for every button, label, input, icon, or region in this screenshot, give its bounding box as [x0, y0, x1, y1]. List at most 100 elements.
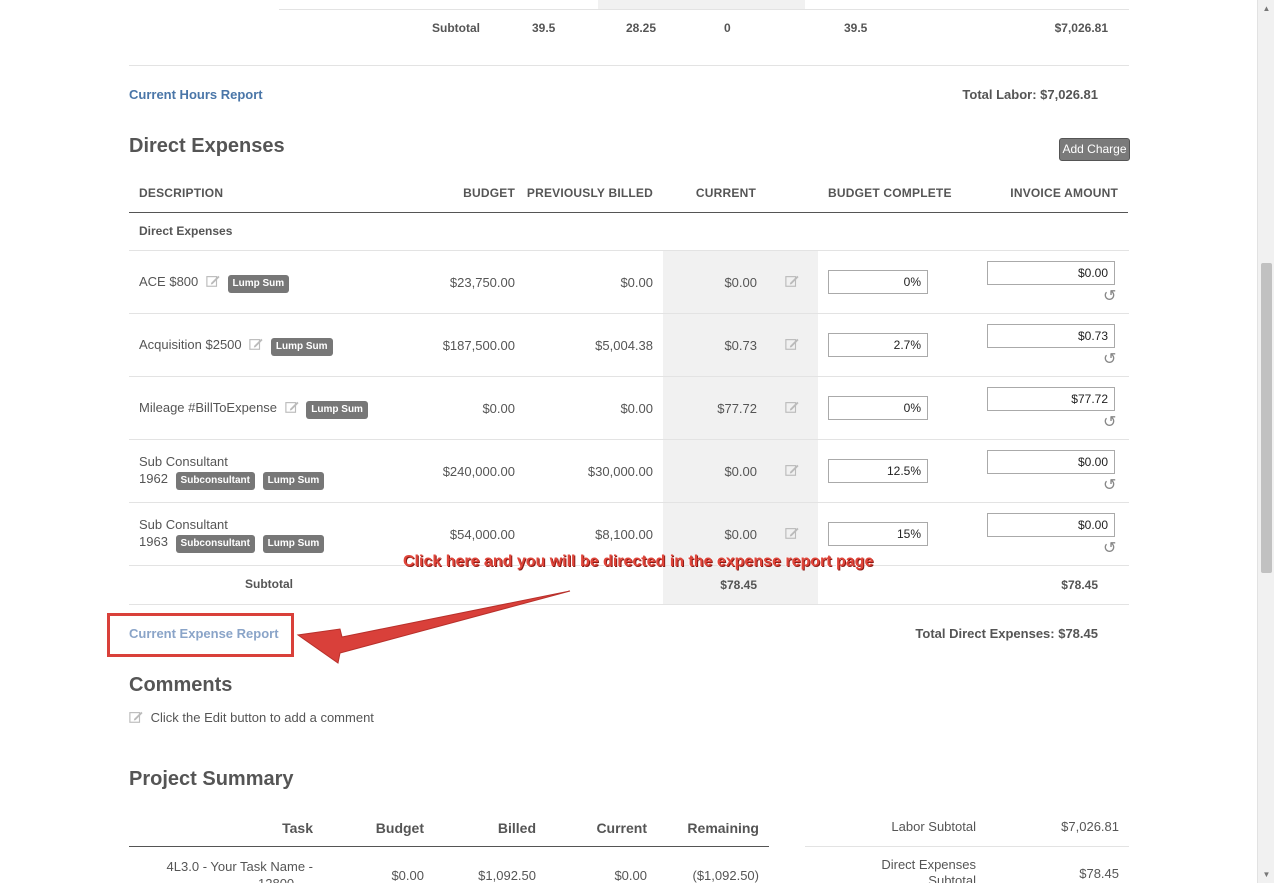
expense-description: Sub Consultant: [139, 517, 228, 532]
current-cell: $0.73: [724, 338, 757, 353]
current-cell: $77.72: [717, 401, 757, 416]
current-cell: $0.00: [724, 527, 757, 542]
summary-remaining: ($1,092.50): [692, 868, 760, 883]
divider: [805, 846, 1129, 847]
group-label: Direct Expenses: [139, 224, 233, 238]
summary-task-code: 12800: [258, 876, 294, 883]
labor-subtotal-label: Labor Subtotal: [891, 819, 976, 834]
divider: [279, 9, 1129, 10]
edit-icon[interactable]: [785, 337, 799, 351]
direct-expenses-subtotal-value: $78.45: [1079, 866, 1119, 881]
direct-expenses-subtotal-label-line2: Subtotal: [928, 873, 976, 883]
current-cell: $0.00: [724, 464, 757, 479]
edit-icon[interactable]: [785, 274, 799, 288]
previously-billed-cell: $5,004.38: [595, 338, 653, 353]
budget-cell: $23,750.00: [449, 275, 515, 290]
labor-subtotal-current-hours: 0: [724, 21, 731, 35]
lump-sum-badge: Lump Sum: [262, 535, 325, 553]
divider: [129, 439, 1129, 440]
summary-billed: $1,092.50: [478, 868, 536, 883]
edit-icon[interactable]: [249, 337, 263, 351]
subconsultant-badge: Subconsultant: [175, 472, 255, 490]
reset-icon[interactable]: ↺: [1103, 349, 1116, 369]
edit-icon[interactable]: [284, 400, 299, 414]
col-header-invoice-amount: INVOICE AMOUNT: [1010, 186, 1118, 200]
direct-expenses-title: Direct Expenses: [129, 135, 285, 157]
divider: [129, 65, 1129, 66]
previously-billed-cell: $0.00: [620, 275, 653, 290]
annotation-text: Click here and you will be directed in t…: [403, 553, 874, 570]
col-header-budget-complete: BUDGET COMPLETE: [828, 186, 952, 200]
labor-subtotal-budget-hours: 39.5: [532, 21, 556, 35]
budget-cell: $54,000.00: [449, 527, 515, 542]
summary-header-budget: Budget: [375, 820, 424, 836]
reset-icon[interactable]: ↺: [1103, 412, 1116, 432]
summary-header-current: Current: [596, 820, 647, 836]
summary-header-divider: [129, 846, 769, 847]
header-divider: [129, 212, 1128, 213]
labor-subtotal-value: $7,026.81: [1061, 819, 1119, 834]
vertical-scrollbar[interactable]: ▲ ▼: [1257, 0, 1274, 883]
current-expense-report-link[interactable]: Current Expense Report: [129, 626, 279, 641]
invoice-amount-input[interactable]: $0.00: [987, 261, 1115, 285]
budget-cell: $240,000.00: [442, 464, 515, 479]
comments-title: Comments: [129, 674, 233, 696]
lump-sum-badge: Lump Sum: [270, 338, 333, 356]
expense-description: Mileage #BillToExpense: [139, 400, 278, 415]
summary-task-name: 4L3.0 - Your Task Name -: [166, 859, 313, 874]
expense-description-code: 1963: [139, 534, 168, 549]
project-summary-title: Project Summary: [129, 768, 294, 790]
edit-icon[interactable]: [785, 526, 799, 540]
summary-budget: $0.00: [391, 868, 424, 883]
summary-current: $0.00: [614, 868, 647, 883]
reset-icon[interactable]: ↺: [1103, 538, 1116, 558]
invoice-amount-input[interactable]: $77.72: [987, 387, 1115, 411]
edit-icon[interactable]: [785, 463, 799, 477]
scroll-thumb[interactable]: [1261, 263, 1272, 573]
budget-complete-input[interactable]: 0%: [828, 396, 928, 420]
invoice-amount-input[interactable]: $0.73: [987, 324, 1115, 348]
expense-description: Sub Consultant: [139, 454, 228, 469]
scroll-down-arrow-icon[interactable]: ▼: [1258, 866, 1274, 883]
labor-subtotal-prev-hours: 28.25: [626, 21, 657, 35]
expense-description: ACE $800: [139, 274, 199, 289]
scroll-up-arrow-icon[interactable]: ▲: [1258, 0, 1274, 17]
col-header-budget: BUDGET: [463, 186, 515, 200]
current-hours-report-link[interactable]: Current Hours Report: [129, 87, 263, 102]
budget-complete-input[interactable]: 15%: [828, 522, 928, 546]
labor-subtotal-label: Subtotal: [432, 21, 480, 35]
col-header-current: CURRENT: [695, 186, 756, 200]
expense-description-code: 1962: [139, 471, 168, 486]
edit-icon[interactable]: [206, 274, 220, 288]
budget-complete-input[interactable]: 12.5%: [828, 459, 928, 483]
lump-sum-badge: Lump Sum: [262, 472, 325, 490]
comments-hint: Click the Edit button to add a comment: [150, 710, 374, 725]
reset-icon[interactable]: ↺: [1103, 475, 1116, 495]
expenses-subtotal-label: Subtotal: [245, 577, 293, 591]
labor-subtotal-total-hours: 39.5: [844, 21, 868, 35]
subconsultant-badge: Subconsultant: [175, 535, 255, 553]
edit-icon[interactable]: [129, 710, 143, 724]
budget-complete-input[interactable]: 0%: [828, 270, 928, 294]
invoice-amount-input[interactable]: $0.00: [987, 513, 1115, 537]
divider: [129, 502, 1129, 503]
expenses-subtotal-invoice: $78.45: [1061, 578, 1098, 592]
summary-header-remaining: Remaining: [687, 820, 759, 836]
lump-sum-badge: Lump Sum: [306, 401, 368, 419]
direct-expenses-subtotal-label: Direct Expenses: [881, 857, 976, 872]
lump-sum-badge: Lump Sum: [227, 275, 290, 293]
total-direct-expenses: Total Direct Expenses: $78.45: [915, 626, 1098, 641]
add-charge-button[interactable]: Add Charge: [1059, 138, 1130, 161]
edit-icon[interactable]: [785, 400, 799, 414]
col-header-previously-billed: PREVIOUSLY BILLED: [526, 186, 653, 200]
invoice-amount-input[interactable]: $0.00: [987, 450, 1115, 474]
expenses-subtotal-current: $78.45: [720, 578, 757, 592]
budget-complete-input[interactable]: 2.7%: [828, 333, 928, 357]
col-header-description: DESCRIPTION: [139, 186, 224, 200]
current-cell: $0.00: [724, 275, 757, 290]
divider: [129, 604, 1129, 605]
reset-icon[interactable]: ↺: [1103, 286, 1116, 306]
summary-header-billed: Billed: [497, 820, 536, 836]
divider: [129, 376, 1129, 377]
summary-header-task: Task: [282, 820, 313, 836]
